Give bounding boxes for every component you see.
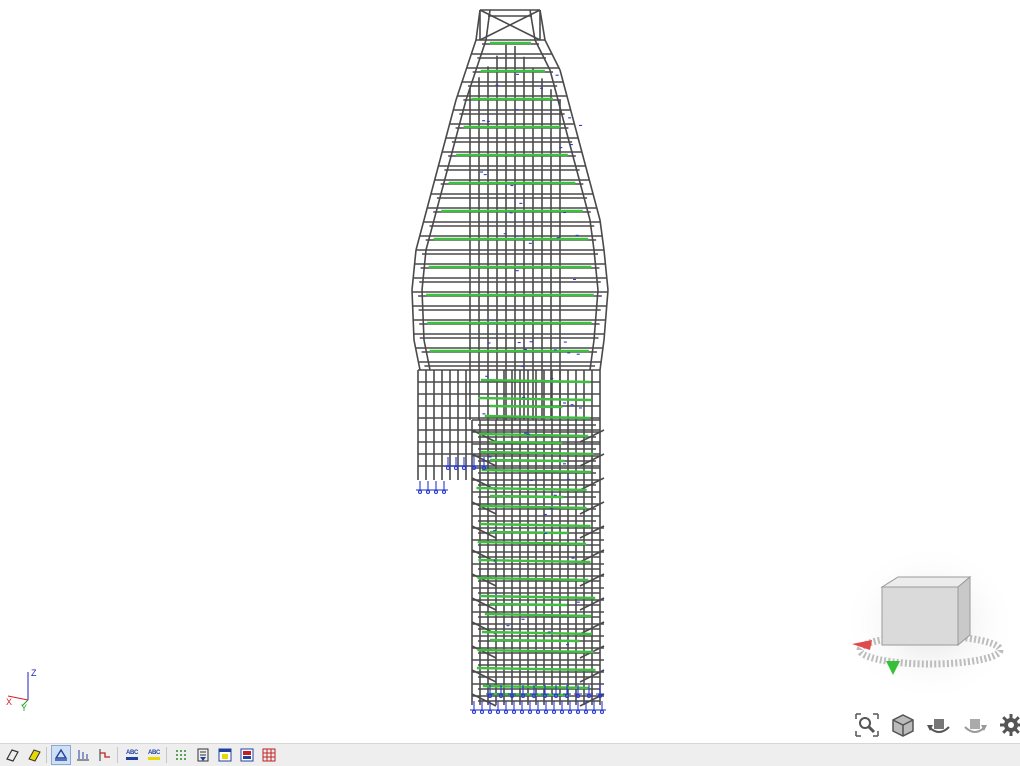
print-icon [239,747,255,763]
settings-gear-icon[interactable] [996,710,1020,740]
deck-surfaces [426,41,596,697]
results-button[interactable] [95,745,115,765]
toolbar-separator [117,747,118,763]
view-navigation-tools [852,710,1020,740]
wireframe-button[interactable] [2,745,22,765]
model-viewport[interactable]: Z X Y [0,0,1020,743]
toolbar-button-label: ABC [125,750,139,756]
loads-icon [75,747,91,763]
mesh-icon [173,747,189,763]
grid-button[interactable] [259,745,279,765]
view-cube-front-face[interactable] [881,586,959,646]
axis-triad: Z X Y [4,666,48,713]
toolbar-button-label: ABC [147,750,161,756]
wireframe-icon [4,747,20,763]
section-icon [195,747,211,763]
print-button[interactable] [237,745,257,765]
view-toolbar: ABC ABC [0,743,1020,766]
x-axis-label: X [6,697,13,707]
z-axis-label: Z [31,668,37,678]
loads-button[interactable] [73,745,93,765]
zoom-icon[interactable] [852,710,882,740]
surface-labels-icon: ABC [148,750,160,760]
member-labels-button[interactable]: ABC [122,745,142,765]
frame-members [411,9,609,707]
solid-button[interactable] [24,745,44,765]
navigation-cube[interactable] [838,535,1018,705]
results-icon [97,747,113,763]
mesh-button[interactable] [171,745,191,765]
grid-icon [261,747,277,763]
supports-button[interactable] [51,745,71,765]
rotate-left-icon[interactable] [924,710,954,740]
member-labels-icon: ABC [126,750,138,760]
section-button[interactable] [193,745,213,765]
solid-icon [26,747,42,763]
supports-icon [53,747,69,763]
toolbar-separator [166,747,167,763]
view-cube-icon[interactable] [888,710,918,740]
view-cube-top-face[interactable] [880,576,972,588]
window-button[interactable] [215,745,235,765]
toolbar-separator [46,747,47,763]
surface-labels-button[interactable]: ABC [144,745,164,765]
view-cube-right-face[interactable] [957,575,971,647]
rotate-right-icon[interactable] [960,710,990,740]
window-icon [217,747,233,763]
y-axis-label: Y [21,703,28,713]
